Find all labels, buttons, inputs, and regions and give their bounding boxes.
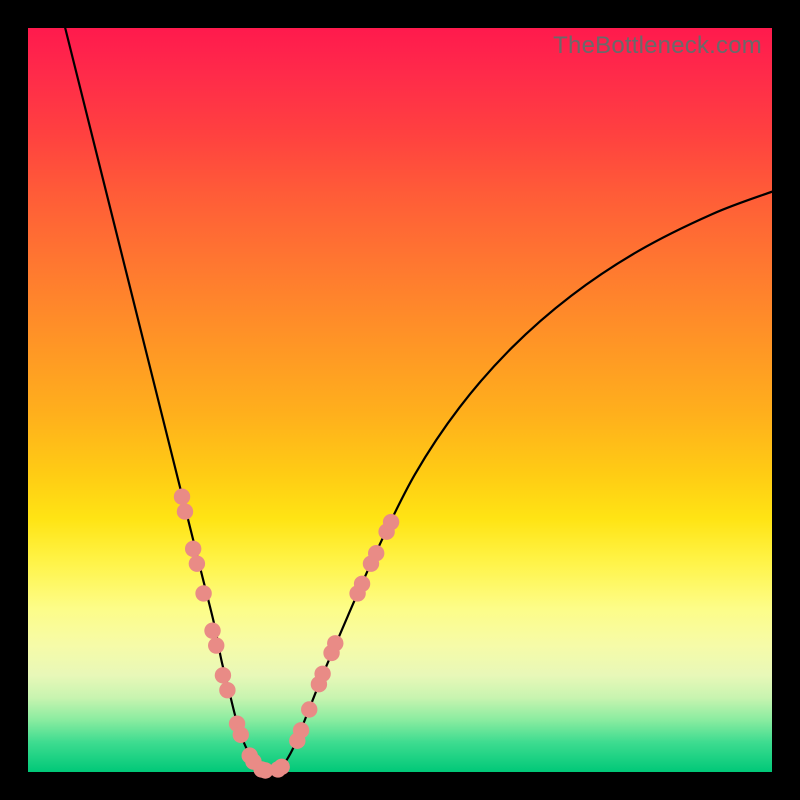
data-marker xyxy=(368,545,384,561)
data-marker xyxy=(327,635,343,651)
data-marker xyxy=(177,503,193,519)
data-marker xyxy=(215,667,231,683)
data-marker xyxy=(354,576,370,592)
chart-frame: TheBottleneck.com xyxy=(0,0,800,800)
marker-group xyxy=(174,489,399,779)
data-marker xyxy=(195,585,211,601)
data-marker xyxy=(301,701,317,717)
data-marker xyxy=(383,514,399,530)
curve-layer xyxy=(28,28,772,772)
data-marker xyxy=(274,759,290,775)
data-marker xyxy=(314,666,330,682)
data-marker xyxy=(293,722,309,738)
data-marker xyxy=(189,555,205,571)
data-marker xyxy=(219,682,235,698)
bottleneck-curve xyxy=(65,28,772,771)
data-marker xyxy=(208,637,224,653)
data-marker xyxy=(185,541,201,557)
plot-area: TheBottleneck.com xyxy=(28,28,772,772)
data-marker xyxy=(174,489,190,505)
data-marker xyxy=(233,727,249,743)
data-marker xyxy=(204,622,220,638)
